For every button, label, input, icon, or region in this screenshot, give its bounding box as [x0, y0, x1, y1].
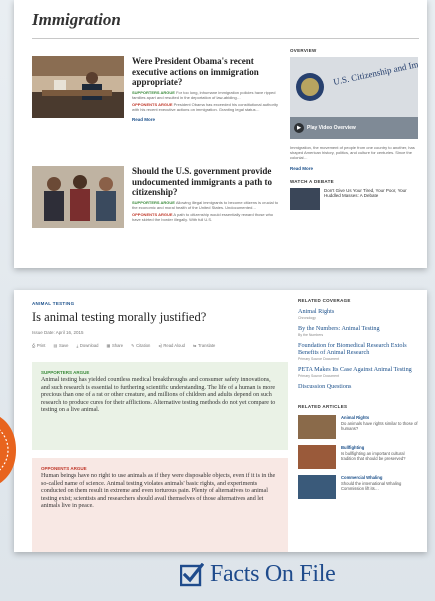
story-thumbnail[interactable]: [32, 56, 124, 118]
related-article-item[interactable]: Commercial Whaling Should the internatio…: [298, 475, 420, 499]
supporters-argument-box: SUPPORTERS ARGUE Animal testing has yiel…: [32, 362, 288, 450]
related-sidebar: RELATED COVERAGE Animal Rights Chronolog…: [298, 298, 420, 499]
print-button[interactable]: ⎙ Print: [32, 343, 45, 348]
related-coverage-item[interactable]: Foundation for Biomedical Research Extol…: [298, 342, 420, 361]
video-overview-player[interactable]: U.S. Citizenship and Immigration Service…: [290, 57, 418, 139]
read-aloud-button[interactable]: ◂) Read Aloud: [158, 343, 185, 348]
story-card[interactable]: Should the U.S. government provide undoc…: [32, 166, 280, 262]
debate-label: WATCH A DEBATE: [290, 178, 334, 184]
share-button[interactable]: ▦ Share: [106, 343, 123, 348]
article-thumbnail[interactable]: [298, 415, 336, 439]
translate-icon: ⇆: [193, 343, 197, 348]
opponents-text: Human beings have no right to use animal…: [41, 473, 276, 510]
story-card[interactable]: Were President Obama's recent executive …: [32, 56, 280, 152]
article-toolbar: ⎙ Print ▤ Save ⤓ Download ▦ Share ✎ Citation …: [32, 343, 215, 348]
supporters-summary: SUPPORTERS ARGUE For too long, inhumane …: [132, 90, 280, 100]
speaker-icon: ◂): [158, 343, 162, 348]
debate-thumbnail[interactable]: [290, 187, 320, 210]
download-icon: ⤓: [76, 343, 79, 348]
related-coverage-item[interactable]: By the Numbers: Animal Testing By the Nu…: [298, 325, 420, 337]
debate-item[interactable]: Don't Give Us Your Tired, Your Poor, You…: [290, 187, 418, 210]
related-articles-label: RELATED ARTICLES: [298, 404, 348, 409]
download-button[interactable]: ⤓ Download: [77, 343, 99, 348]
supporters-summary: SUPPORTERS ARGUE Allowing illegal immigr…: [132, 200, 280, 210]
opponents-summary: OPPONENTS ARGUE President Obama has exce…: [132, 102, 280, 112]
facts-on-file-logo: Facts On File: [179, 561, 336, 588]
related-coverage-label: RELATED COVERAGE: [298, 298, 351, 303]
save-icon: ▤: [53, 343, 58, 348]
opponents-label: OPPONENTS ARGUE: [41, 466, 87, 471]
related-article-item[interactable]: Animal Rights Do animals have rights sim…: [298, 415, 420, 439]
overview-label: OVERVIEW: [290, 48, 317, 53]
story-headline[interactable]: Were President Obama's recent executive …: [132, 56, 280, 88]
read-more-link[interactable]: Read More: [132, 117, 280, 122]
overview-sidebar: OVERVIEW U.S. Citizenship and Immigratio…: [290, 48, 418, 210]
related-article-item[interactable]: Bullfighting Is bullfighting an importan…: [298, 445, 420, 469]
opponents-summary: OPPONENTS ARGUE A path to citizenship wo…: [132, 212, 280, 222]
story-headline[interactable]: Should the U.S. government provide undoc…: [132, 166, 280, 198]
topic-label[interactable]: ANIMAL TESTING: [32, 301, 74, 306]
related-coverage-item[interactable]: Animal Rights Chronology: [298, 308, 420, 320]
print-icon: ⎙: [32, 343, 36, 348]
opponents-argument-box: OPPONENTS ARGUE Human beings have no rig…: [32, 458, 288, 552]
play-video-overlay[interactable]: ▶ Play Video Overview: [294, 123, 356, 133]
translate-button[interactable]: ⇆ Translate: [193, 343, 215, 348]
story-thumbnail[interactable]: [32, 166, 124, 228]
issue-date: Issue Date: April 16, 2015: [32, 330, 84, 335]
supporters-text: Animal testing has yielded countless med…: [41, 377, 276, 414]
play-icon[interactable]: ▶: [294, 123, 304, 133]
supporters-label: SUPPORTERS ARGUE: [41, 370, 90, 375]
checkbox-check-icon: [179, 562, 205, 587]
read-more-link[interactable]: Read More: [290, 166, 418, 171]
decorative-badge: [0, 416, 16, 484]
save-button[interactable]: ▤ Save: [53, 343, 68, 348]
citation-icon: ✎: [131, 343, 135, 348]
title-divider: [32, 38, 419, 39]
page-title: Is animal testing morally justified?: [32, 310, 207, 324]
video-caption: Play Video Overview: [307, 125, 356, 131]
immigration-page-panel: Immigration Were President Obama's recen…: [14, 0, 427, 268]
overview-text: Immigration, the movement of people from…: [290, 145, 415, 161]
page-title: Immigration: [32, 10, 121, 29]
related-coverage-item[interactable]: Discussion Questions: [298, 383, 420, 390]
debate-title[interactable]: Don't Give Us Your Tired, Your Poor, You…: [324, 188, 418, 210]
share-icon: ▦: [106, 343, 111, 348]
brand-name: Facts On File: [210, 561, 336, 587]
related-coverage-item[interactable]: PETA Makes Its Case Against Animal Testi…: [298, 366, 420, 378]
animal-testing-page-panel: ANIMAL TESTING Is animal testing morally…: [14, 290, 427, 552]
article-thumbnail[interactable]: [298, 475, 336, 499]
citation-button[interactable]: ✎ Citation: [131, 343, 150, 348]
article-thumbnail[interactable]: [298, 445, 336, 469]
